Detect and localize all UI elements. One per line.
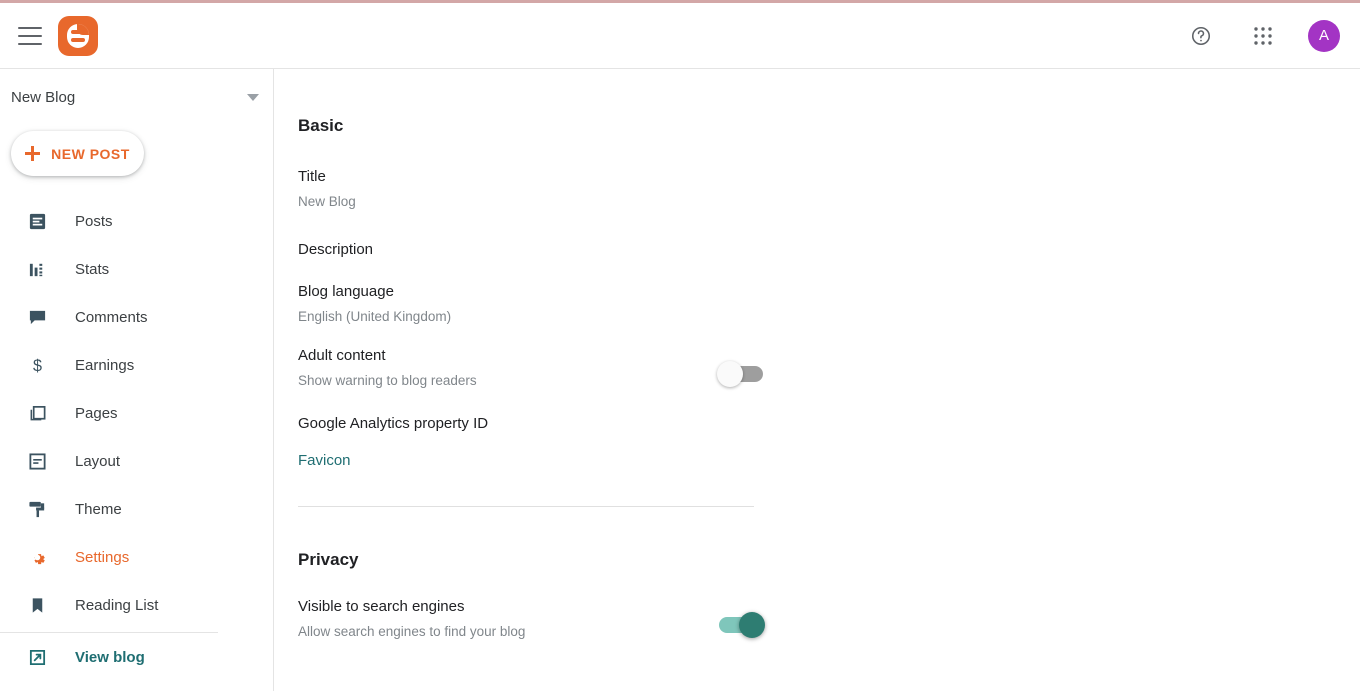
chevron-down-icon [247, 93, 259, 101]
bookmark-icon [26, 594, 48, 616]
paint-roller-icon [26, 498, 48, 520]
comment-bubble-icon [26, 306, 48, 328]
setting-row-blog-language[interactable]: Blog language English (United Kingdom) [298, 283, 754, 324]
sidebar-item-reading-list[interactable]: Reading List [0, 581, 273, 629]
header-actions: A [1184, 19, 1340, 53]
sidebar-item-label: Comments [75, 308, 148, 326]
setting-row-description[interactable]: Description [298, 241, 754, 258]
setting-row-title[interactable]: Title New Blog [298, 168, 754, 209]
gear-icon [26, 546, 48, 568]
setting-value: Allow search engines to find your blog [298, 624, 526, 639]
section-title-privacy: Privacy [298, 550, 359, 569]
search-engines-toggle[interactable] [719, 612, 765, 638]
setting-row-adult-content[interactable]: Adult content Show warning to blog reade… [298, 347, 763, 388]
pages-stack-icon [26, 402, 48, 424]
blog-selector[interactable]: New Blog [0, 69, 273, 125]
setting-label: Adult content [298, 347, 386, 364]
sidebar-item-theme[interactable]: Theme [0, 485, 273, 533]
sidebar-item-label: View blog [75, 648, 145, 666]
hamburger-menu-icon[interactable] [18, 26, 42, 45]
settings-content: Basic Title New Blog Description Blog la… [275, 69, 1360, 691]
setting-label: Title [298, 168, 326, 185]
adult-content-toggle[interactable] [717, 361, 763, 387]
sidebar-item-label: Pages [75, 404, 118, 422]
sidebar-item-posts[interactable]: Posts [0, 197, 273, 245]
setting-label: Google Analytics property ID [298, 415, 489, 432]
sidebar-item-pages[interactable]: Pages [0, 389, 273, 437]
layout-icon [26, 450, 48, 472]
sidebar-item-label: Settings [75, 548, 130, 566]
sidebar-item-label: Posts [75, 212, 113, 230]
blogger-logo-icon[interactable] [58, 15, 98, 56]
apps-grid-icon[interactable] [1246, 19, 1280, 53]
setting-label: Blog language [298, 283, 394, 300]
setting-value: English (United Kingdom) [298, 309, 452, 324]
sidebar-item-stats[interactable]: Stats [0, 245, 273, 293]
help-circle-icon[interactable] [1184, 19, 1218, 53]
favicon-link[interactable]: Favicon [298, 452, 754, 469]
setting-row-visible-to-search-engines[interactable]: Visible to search engines Allow search e… [298, 598, 765, 639]
sidebar-item-label: Earnings [75, 356, 135, 374]
stats-bar-chart-icon [26, 258, 48, 280]
sidebar-item-settings[interactable]: Settings [0, 533, 273, 581]
section-divider [298, 506, 754, 507]
new-post-button[interactable]: NEW POST [11, 131, 144, 176]
plus-icon [25, 146, 41, 161]
sidebar-item-earnings[interactable]: $ Earnings [0, 341, 273, 389]
setting-label: Visible to search engines [298, 598, 465, 615]
setting-value: Show warning to blog readers [298, 373, 477, 388]
dollar-sign-icon: $ [26, 354, 48, 376]
setting-value: New Blog [298, 194, 356, 209]
sidebar-item-label: Theme [75, 500, 122, 518]
sidebar-item-layout[interactable]: Layout [0, 437, 273, 485]
new-post-label: NEW POST [51, 145, 130, 162]
sidebar-item-label: Layout [75, 452, 121, 470]
setting-row-google-analytics[interactable]: Google Analytics property ID [298, 415, 754, 432]
sidebar-item-label: Reading List [75, 596, 159, 614]
blog-name: New Blog [11, 88, 76, 106]
sidebar-nav: Posts Stats Comments $ Earnings Pages La… [0, 197, 273, 681]
sidebar-item-comments[interactable]: Comments [0, 293, 273, 341]
sidebar-item-label: Stats [75, 260, 110, 278]
svg-text:$: $ [33, 357, 42, 375]
avatar[interactable]: A [1308, 19, 1340, 52]
external-link-icon [26, 646, 48, 668]
sidebar-item-view-blog[interactable]: View blog [0, 633, 273, 681]
section-title-basic: Basic [298, 116, 344, 135]
app-header: A [0, 3, 1360, 69]
setting-label: Description [298, 241, 374, 258]
setting-row-favicon[interactable]: Favicon [298, 452, 754, 469]
posts-icon [26, 210, 48, 232]
sidebar: New Blog NEW POST Posts Stats Comments $… [0, 69, 274, 691]
